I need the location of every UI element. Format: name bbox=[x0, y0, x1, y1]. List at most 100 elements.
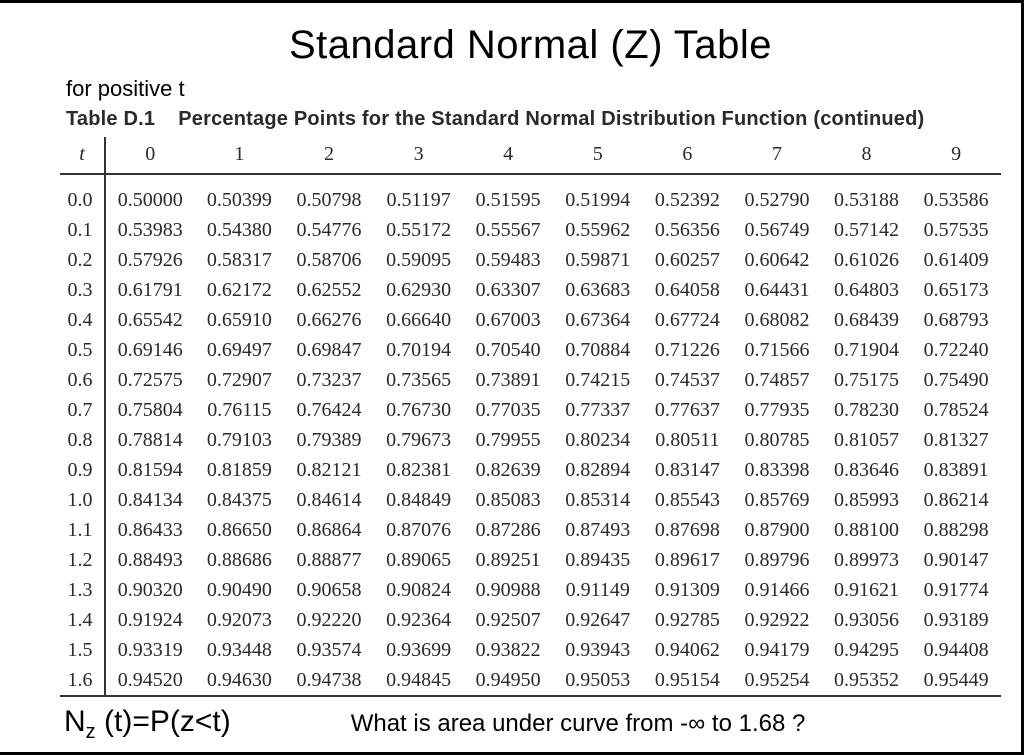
table-cell: 0.90824 bbox=[374, 575, 464, 605]
column-header: 0 bbox=[105, 137, 195, 174]
table-cell: 0.82894 bbox=[553, 455, 643, 485]
table-cell: 0.91309 bbox=[643, 575, 733, 605]
table-cell: 0.60257 bbox=[643, 245, 733, 275]
table-cell: 0.54776 bbox=[284, 215, 374, 245]
table-cell: 0.82381 bbox=[374, 455, 464, 485]
table-cell: 0.84614 bbox=[284, 485, 374, 515]
table-cell: 0.90658 bbox=[284, 575, 374, 605]
table-cell: 0.89617 bbox=[643, 545, 733, 575]
column-header: 1 bbox=[195, 137, 285, 174]
table-cell: 0.65542 bbox=[105, 305, 195, 335]
table-cell: 0.75804 bbox=[105, 395, 195, 425]
table-cell: 0.93448 bbox=[195, 635, 285, 665]
table-cell: 0.62172 bbox=[195, 275, 285, 305]
table-row: 0.30.617910.621720.625520.629300.633070.… bbox=[60, 275, 1001, 305]
table-cell: 0.81327 bbox=[911, 425, 1001, 455]
table-cell: 0.94738 bbox=[284, 665, 374, 696]
table-row: 0.50.691460.694970.698470.701940.705400.… bbox=[60, 335, 1001, 365]
table-cell: 0.86433 bbox=[105, 515, 195, 545]
table-cell: 0.90320 bbox=[105, 575, 195, 605]
column-header: 2 bbox=[284, 137, 374, 174]
table-cell: 0.87493 bbox=[553, 515, 643, 545]
row-header: 0.5 bbox=[60, 335, 105, 365]
table-cell: 0.69146 bbox=[105, 335, 195, 365]
table-cell: 0.50000 bbox=[105, 174, 195, 215]
table-cell: 0.58706 bbox=[284, 245, 374, 275]
table-row: 1.30.903200.904900.906580.908240.909880.… bbox=[60, 575, 1001, 605]
table-cell: 0.76730 bbox=[374, 395, 464, 425]
table-cell: 0.89251 bbox=[463, 545, 553, 575]
table-row: 0.00.500000.503990.507980.511970.515950.… bbox=[60, 174, 1001, 215]
table-cell: 0.89973 bbox=[822, 545, 912, 575]
table-cell: 0.68082 bbox=[732, 305, 822, 335]
table-cell: 0.52392 bbox=[643, 174, 733, 215]
table-body: 0.00.500000.503990.507980.511970.515950.… bbox=[60, 174, 1001, 696]
table-cell: 0.73891 bbox=[463, 365, 553, 395]
table-cell: 0.79673 bbox=[374, 425, 464, 455]
table-cell: 0.77935 bbox=[732, 395, 822, 425]
table-cell: 0.59483 bbox=[463, 245, 553, 275]
table-cell: 0.81594 bbox=[105, 455, 195, 485]
table-cell: 0.75175 bbox=[822, 365, 912, 395]
table-cell: 0.57926 bbox=[105, 245, 195, 275]
table-head: t 0123456789 bbox=[60, 137, 1001, 174]
table-cell: 0.76115 bbox=[195, 395, 285, 425]
table-cell: 0.67364 bbox=[553, 305, 643, 335]
table-cell: 0.94845 bbox=[374, 665, 464, 696]
table-cell: 0.58317 bbox=[195, 245, 285, 275]
table-cell: 0.54380 bbox=[195, 215, 285, 245]
row-header: 1.5 bbox=[60, 635, 105, 665]
column-header: 4 bbox=[463, 137, 553, 174]
table-cell: 0.69497 bbox=[195, 335, 285, 365]
row-header: 0.7 bbox=[60, 395, 105, 425]
table-cell: 0.68793 bbox=[911, 305, 1001, 335]
table-cell: 0.77637 bbox=[643, 395, 733, 425]
column-header: 8 bbox=[822, 137, 912, 174]
page: Standard Normal (Z) Table for positive t… bbox=[0, 0, 1024, 755]
table-cell: 0.92073 bbox=[195, 605, 285, 635]
table-cell: 0.91924 bbox=[105, 605, 195, 635]
table-row: 0.80.788140.791030.793890.796730.799550.… bbox=[60, 425, 1001, 455]
table-row: 1.00.841340.843750.846140.848490.850830.… bbox=[60, 485, 1001, 515]
table-header-row: t 0123456789 bbox=[60, 137, 1001, 174]
table-cell: 0.71904 bbox=[822, 335, 912, 365]
table-cell: 0.61791 bbox=[105, 275, 195, 305]
table-row: 1.40.919240.920730.922200.923640.925070.… bbox=[60, 605, 1001, 635]
table-cell: 0.74215 bbox=[553, 365, 643, 395]
table-cell: 0.88877 bbox=[284, 545, 374, 575]
table-cell: 0.78230 bbox=[822, 395, 912, 425]
table-cell: 0.88100 bbox=[822, 515, 912, 545]
table-cell: 0.62552 bbox=[284, 275, 374, 305]
table-cell: 0.89065 bbox=[374, 545, 464, 575]
table-cell: 0.50399 bbox=[195, 174, 285, 215]
table-cell: 0.93319 bbox=[105, 635, 195, 665]
table-row: 0.40.655420.659100.662760.666400.670030.… bbox=[60, 305, 1001, 335]
table-cell: 0.64803 bbox=[822, 275, 912, 305]
row-header: 0.4 bbox=[60, 305, 105, 335]
table-cell: 0.81859 bbox=[195, 455, 285, 485]
table-cell: 0.67003 bbox=[463, 305, 553, 335]
row-header: 1.6 bbox=[60, 665, 105, 696]
table-cell: 0.55172 bbox=[374, 215, 464, 245]
table-cell: 0.75490 bbox=[911, 365, 1001, 395]
table-cell: 0.79103 bbox=[195, 425, 285, 455]
table-cell: 0.53586 bbox=[911, 174, 1001, 215]
table-cell: 0.93699 bbox=[374, 635, 464, 665]
table-cell: 0.80511 bbox=[643, 425, 733, 455]
table-cell: 0.85993 bbox=[822, 485, 912, 515]
table-cell: 0.92922 bbox=[732, 605, 822, 635]
row-header: 1.1 bbox=[60, 515, 105, 545]
table-cell: 0.95352 bbox=[822, 665, 912, 696]
table-cell: 0.53983 bbox=[105, 215, 195, 245]
formula: Nz (t)=P(z<t) bbox=[64, 705, 231, 744]
table-cell: 0.87076 bbox=[374, 515, 464, 545]
page-title: Standard Normal (Z) Table bbox=[60, 23, 1001, 68]
table-row: 1.20.884930.886860.888770.890650.892510.… bbox=[60, 545, 1001, 575]
table-cell: 0.70540 bbox=[463, 335, 553, 365]
row-header: 0.1 bbox=[60, 215, 105, 245]
table-cell: 0.94295 bbox=[822, 635, 912, 665]
table-cell: 0.95053 bbox=[553, 665, 643, 696]
table-cell: 0.88298 bbox=[911, 515, 1001, 545]
table-cell: 0.57535 bbox=[911, 215, 1001, 245]
table-cell: 0.84375 bbox=[195, 485, 285, 515]
